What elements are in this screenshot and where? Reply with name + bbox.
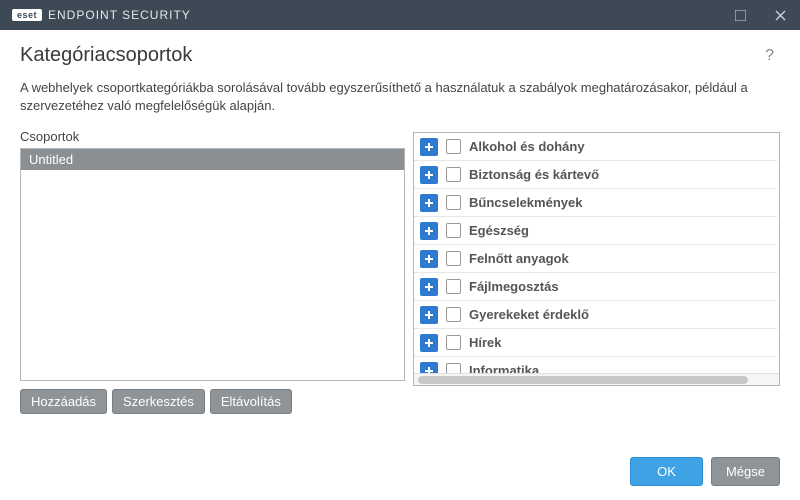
window-controls [720, 0, 800, 30]
titlebar-brand: eset ENDPOINT SECURITY [12, 8, 191, 22]
edit-button[interactable]: Szerkesztés [112, 389, 205, 414]
category-row: Egészség [414, 217, 777, 245]
minimize-icon [735, 10, 746, 21]
category-label: Alkohol és dohány [469, 139, 585, 154]
cancel-button[interactable]: Mégse [711, 457, 780, 486]
main-area: Csoportok Untitled Hozzáadás Szerkesztés… [0, 129, 800, 414]
close-icon [775, 10, 786, 21]
category-checkbox[interactable] [446, 307, 461, 322]
category-label: Informatika [469, 363, 539, 373]
groups-column: Csoportok Untitled Hozzáadás Szerkesztés… [20, 129, 405, 414]
remove-button[interactable]: Eltávolítás [210, 389, 292, 414]
expand-icon[interactable] [420, 138, 438, 156]
minimize-button[interactable] [720, 0, 760, 30]
categories-scroll[interactable]: Alkohol és dohány Biztonság és kártevő Bűn… [414, 133, 779, 373]
groups-label: Csoportok [20, 129, 405, 144]
category-row: Hírek [414, 329, 777, 357]
categories-box: Alkohol és dohány Biztonság és kártevő Bűn… [413, 132, 780, 386]
category-row: Informatika [414, 357, 777, 373]
page-description: A webhelyek csoportkategóriákba sorolásá… [20, 79, 780, 115]
titlebar: eset ENDPOINT SECURITY [0, 0, 800, 30]
brand-text: ENDPOINT SECURITY [48, 8, 191, 22]
category-label: Fájlmegosztás [469, 279, 559, 294]
expand-icon[interactable] [420, 278, 438, 296]
expand-icon[interactable] [420, 306, 438, 324]
category-label: Biztonság és kártevő [469, 167, 599, 182]
expand-icon[interactable] [420, 362, 438, 374]
page-title: Kategóriacsoportok [20, 44, 192, 67]
group-item[interactable]: Untitled [21, 149, 404, 170]
category-checkbox[interactable] [446, 279, 461, 294]
horizontal-scrollbar-thumb[interactable] [418, 376, 748, 384]
expand-icon[interactable] [420, 222, 438, 240]
ok-button[interactable]: OK [630, 457, 703, 486]
category-row: Alkohol és dohány [414, 133, 777, 161]
category-checkbox[interactable] [446, 251, 461, 266]
category-label: Hírek [469, 335, 502, 350]
expand-icon[interactable] [420, 334, 438, 352]
expand-icon[interactable] [420, 166, 438, 184]
add-button[interactable]: Hozzáadás [20, 389, 107, 414]
category-label: Felnőtt anyagok [469, 251, 569, 266]
category-row: Felnőtt anyagok [414, 245, 777, 273]
category-checkbox[interactable] [446, 195, 461, 210]
category-checkbox[interactable] [446, 363, 461, 373]
horizontal-scrollbar[interactable] [414, 373, 779, 385]
close-button[interactable] [760, 0, 800, 30]
category-row: Bűncselekmények [414, 189, 777, 217]
groups-buttons: Hozzáadás Szerkesztés Eltávolítás [20, 389, 405, 414]
category-checkbox[interactable] [446, 223, 461, 238]
category-row: Gyerekeket érdeklő [414, 301, 777, 329]
content-header: Kategóriacsoportok ? A webhelyek csoport… [0, 30, 800, 115]
brand-badge: eset [12, 9, 42, 21]
category-label: Bűncselekmények [469, 195, 582, 210]
category-label: Egészség [469, 223, 529, 238]
dialog-footer: OK Mégse [610, 443, 800, 500]
expand-icon[interactable] [420, 250, 438, 268]
category-checkbox[interactable] [446, 139, 461, 154]
category-checkbox[interactable] [446, 335, 461, 350]
category-checkbox[interactable] [446, 167, 461, 182]
expand-icon[interactable] [420, 194, 438, 212]
groups-list[interactable]: Untitled [20, 148, 405, 381]
category-row: Biztonság és kártevő [414, 161, 777, 189]
help-button[interactable]: ? [759, 45, 780, 67]
categories-column: Alkohol és dohány Biztonság és kártevő Bűn… [413, 132, 780, 414]
category-label: Gyerekeket érdeklő [469, 307, 589, 322]
category-row: Fájlmegosztás [414, 273, 777, 301]
